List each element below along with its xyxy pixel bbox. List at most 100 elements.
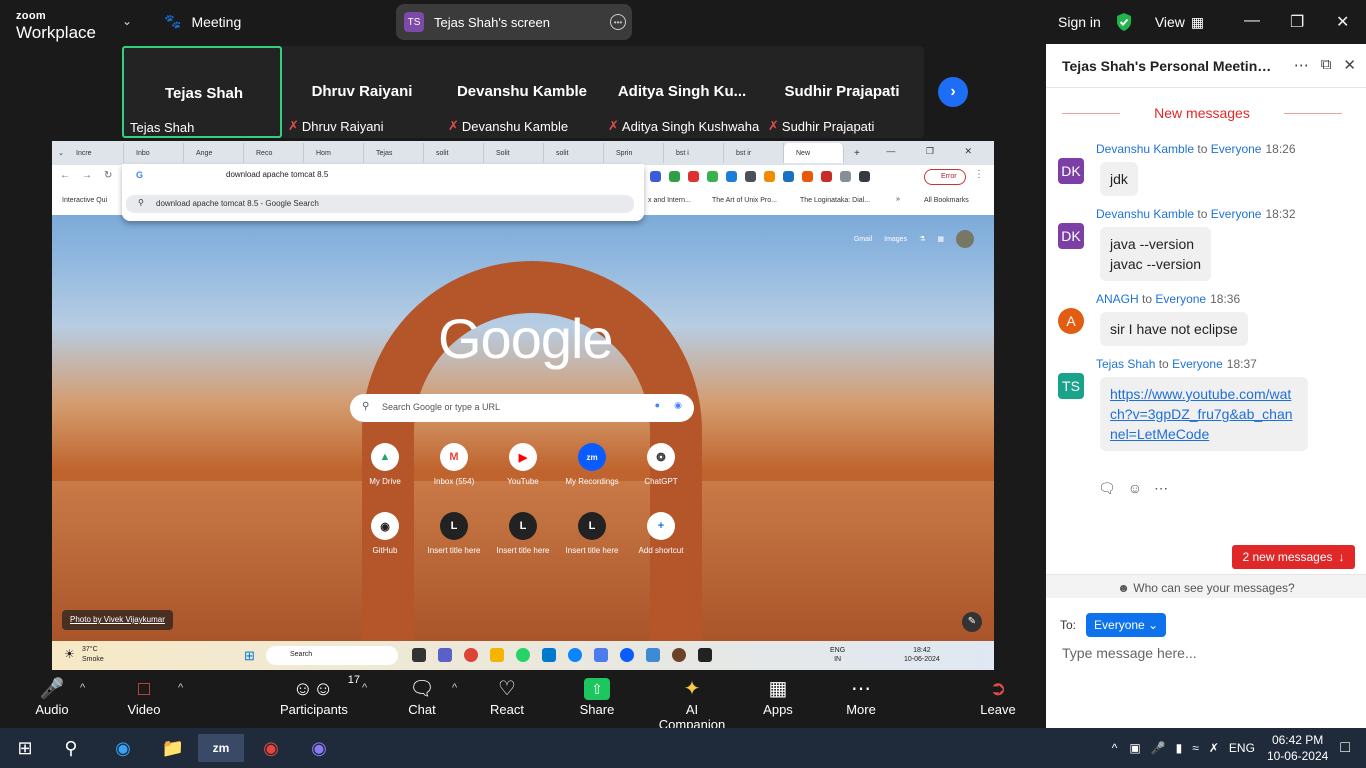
sender-name[interactable]: ANAGH — [1096, 292, 1139, 306]
shortcut-tile[interactable]: ▶ YouTube — [488, 443, 558, 486]
browser-tab[interactable]: bst ir — [724, 143, 784, 163]
sender-name[interactable]: Devanshu Kamble — [1096, 142, 1194, 156]
more-icon[interactable]: ⋯ — [1294, 56, 1309, 74]
message-bubble[interactable]: jdk — [1100, 162, 1138, 196]
inner-lang[interactable]: ENG IN — [830, 646, 845, 664]
avatar[interactable] — [956, 230, 974, 248]
next-participants-icon[interactable]: › — [938, 77, 968, 107]
teams-icon[interactable] — [438, 648, 452, 662]
extension-icon[interactable] — [726, 171, 737, 182]
inner-search-box[interactable]: Search — [266, 646, 398, 665]
extension-icon[interactable] — [783, 171, 794, 182]
participant-tile[interactable]: Dhruv Raiyani ✗ Dhruv Raiyani — [282, 46, 442, 138]
browser-tab[interactable]: Tejas — [364, 143, 424, 163]
vscode-icon[interactable] — [542, 648, 556, 662]
chevron-up-icon[interactable]: ^ — [1112, 741, 1118, 755]
audio-button[interactable]: 🎤 Audio — [34, 676, 70, 717]
extension-icon[interactable] — [821, 171, 832, 182]
photo-credit-link[interactable]: Photo by Vivek Vijaykumar — [62, 610, 173, 630]
chevron-right-icon[interactable]: » — [896, 196, 900, 203]
extension-icon[interactable] — [802, 171, 813, 182]
forward-icon[interactable]: → — [82, 170, 92, 181]
participant-tile[interactable]: Tejas Shah Tejas Shah — [122, 46, 282, 138]
customize-pencil-icon[interactable]: ✎ — [962, 612, 982, 632]
edge-icon[interactable]: ◉ — [108, 734, 138, 762]
screen-share-pill[interactable]: TS Tejas Shah's screen ••• — [396, 4, 632, 40]
extension-icon[interactable] — [840, 171, 851, 182]
browser-tab-active[interactable]: New — [784, 143, 844, 163]
bookmark-item[interactable]: The Loginataka: Dial... — [800, 197, 870, 204]
gmail-link[interactable]: Gmail — [854, 236, 872, 243]
sender-name[interactable]: Tejas Shah — [1096, 357, 1155, 371]
shortcut-tile[interactable]: L Insert title here — [488, 512, 558, 555]
sign-in-button[interactable]: Sign in — [1058, 14, 1101, 30]
meeting-button[interactable]: 🐾 Meeting — [164, 13, 241, 30]
bookmark-item[interactable]: x and Intern... — [648, 197, 691, 204]
audio-caret-icon[interactable]: ^ — [80, 682, 85, 694]
file-explorer-icon[interactable]: 📁 — [158, 734, 188, 762]
more-icon[interactable]: ⋯ — [1154, 480, 1168, 497]
speaker-muted-icon[interactable]: ✗ — [1209, 741, 1219, 755]
participants-caret-icon[interactable]: ^ — [362, 682, 367, 694]
bookmark-item[interactable]: Interactive Qui — [62, 197, 107, 204]
shortcut-tile[interactable]: ❂ ChatGPT — [626, 443, 696, 486]
participant-tile[interactable]: Sudhir Prajapati ✗ Sudhir Prajapati — [762, 46, 922, 138]
more-options-icon[interactable]: ••• — [610, 14, 626, 30]
browser-tab[interactable]: Hom — [304, 143, 364, 163]
battery-icon[interactable]: ▮ — [1176, 741, 1183, 755]
shortcut-tile[interactable]: L Insert title here — [419, 512, 489, 555]
sender-name[interactable]: Devanshu Kamble — [1096, 207, 1194, 221]
react-button[interactable]: ♡ React — [489, 676, 525, 717]
inner-clock[interactable]: 18:42 10-06-2024 — [904, 646, 940, 664]
labs-icon[interactable]: ⚗ — [919, 235, 925, 243]
video-caret-icon[interactable]: ^ — [178, 682, 183, 694]
windows-icon[interactable]: ⊞ — [244, 648, 255, 664]
extension-icon[interactable] — [745, 171, 756, 182]
eclipse-icon[interactable] — [672, 648, 686, 662]
close-icon[interactable]: ✕ — [1336, 12, 1349, 32]
chrome-icon[interactable]: ◉ — [256, 734, 286, 762]
apps-button[interactable]: ▦ Apps — [760, 676, 796, 717]
new-tab-icon[interactable]: + — [844, 148, 860, 159]
zoom-icon[interactable] — [620, 648, 634, 662]
all-bookmarks[interactable]: All Bookmarks — [924, 197, 969, 204]
recipient-dropdown[interactable]: Everyone ⌄ — [1086, 613, 1167, 637]
puzzle-icon[interactable] — [859, 171, 870, 182]
chat-caret-icon[interactable]: ^ — [452, 682, 457, 694]
browser-tab[interactable]: solit — [424, 143, 484, 163]
browser-tab[interactable]: solit — [544, 143, 604, 163]
google-search-box[interactable]: ⚲ Search Google or type a URL ● ◉ — [350, 394, 694, 422]
extension-icon[interactable] — [764, 171, 775, 182]
windows-start-icon[interactable]: ⊞ — [10, 734, 40, 762]
chevron-down-icon[interactable]: ⌄ — [122, 14, 132, 28]
participant-tile[interactable]: Aditya Singh Ku... ✗ Aditya Singh Kushwah… — [602, 46, 762, 138]
system-clock[interactable]: 06:42 PM 10-06-2024 — [1267, 732, 1328, 764]
mic-icon[interactable]: ● — [655, 400, 660, 410]
terminal-icon[interactable] — [698, 648, 712, 662]
chrome-icon[interactable] — [464, 648, 478, 662]
leave-button[interactable]: ➲ Leave — [980, 676, 1016, 717]
notification-icon[interactable]: □ — [1340, 739, 1350, 757]
view-button[interactable]: View ▦ — [1155, 14, 1204, 31]
message-link[interactable]: https://www.youtube.com/watch?v=3gpDZ_fr… — [1110, 386, 1293, 442]
app-icon[interactable] — [412, 648, 426, 662]
minimize-icon[interactable]: — — [1244, 12, 1260, 30]
browser-tab[interactable]: Incre — [64, 143, 124, 163]
chat-button[interactable]: 🗨 Chat — [404, 676, 440, 717]
tab-search-icon[interactable]: ⌄ — [52, 149, 64, 157]
browser-tab[interactable]: Sprin — [604, 143, 664, 163]
browser-tab[interactable]: Inbo — [124, 143, 184, 163]
reply-icon[interactable]: 🗨 — [1098, 480, 1116, 497]
shield-check-icon[interactable] — [1115, 12, 1133, 32]
browser-tab[interactable]: Reco — [244, 143, 304, 163]
app-icon[interactable] — [646, 648, 660, 662]
folder-icon[interactable] — [490, 648, 504, 662]
omnibox-input[interactable]: download apache tomcat 8.5 — [192, 166, 714, 186]
bookmark-item[interactable]: The Art of Unix Pro... — [712, 197, 777, 204]
mic-icon[interactable]: 🎤 — [1151, 741, 1166, 755]
browser-tab[interactable]: bst i — [664, 143, 724, 163]
participants-button[interactable]: ☺☺ 17 Participants — [280, 674, 360, 717]
shortcut-tile[interactable]: + Add shortcut — [626, 512, 696, 555]
message-bubble[interactable]: sir I have not eclipse — [1100, 312, 1248, 346]
edge-icon[interactable] — [568, 648, 582, 662]
